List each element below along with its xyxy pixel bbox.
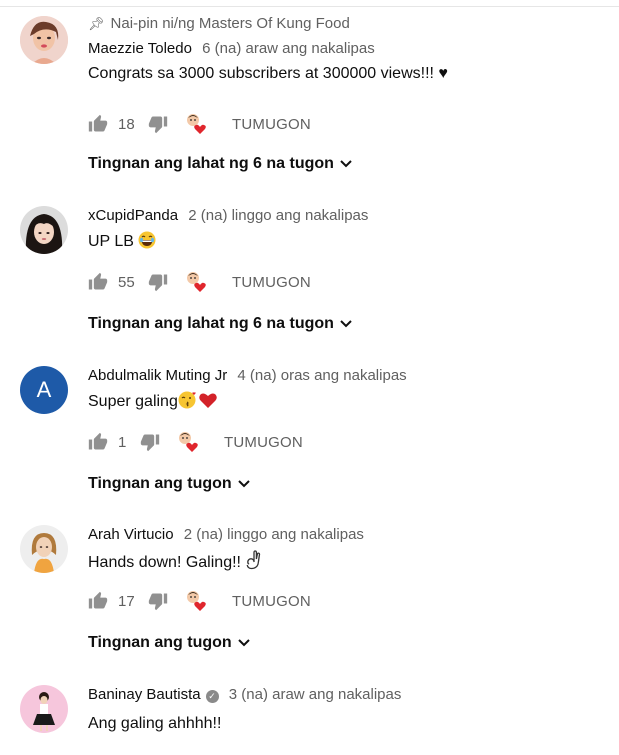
pin-icon: 📌︎: [88, 16, 105, 31]
creator-heart-icon: [176, 430, 202, 454]
like-count: 18: [118, 115, 135, 133]
dislike-icon[interactable]: [140, 432, 160, 452]
view-replies-label: Tingnan ang tugon: [88, 634, 232, 652]
author-name[interactable]: Arah Virtucio: [88, 526, 174, 543]
dislike-icon[interactable]: [148, 591, 168, 611]
ok-hand-emoji-icon: [245, 550, 261, 577]
pinned-label: 📌︎ Nai-pin ni/ng Masters Of Kung Food: [88, 14, 609, 34]
chevron-down-icon: [237, 634, 250, 652]
pinned-text: Nai-pin ni/ng Masters Of Kung Food: [110, 15, 350, 32]
author-name[interactable]: Baninay Bautista: [88, 686, 201, 703]
view-replies-button[interactable]: Tingnan ang lahat ng 6 na tugon: [88, 315, 352, 333]
comment-header: Abdulmalik Muting Jr 4 (na) oras ang nak…: [88, 366, 609, 386]
like-count: 1: [118, 433, 127, 451]
comment-text: Ang galing ahhhh!!: [88, 715, 222, 732]
reply-button[interactable]: TUMUGON: [232, 593, 311, 610]
comment-time[interactable]: 3 (na) araw ang nakalipas: [229, 686, 402, 703]
comment-actions: 18 TUMUGON: [88, 112, 311, 136]
comment-actions: 55 TUMUGON: [88, 270, 311, 294]
chevron-down-icon: [237, 475, 250, 493]
chevron-down-icon: [340, 155, 352, 173]
comment-header: Arah Virtucio 2 (na) linggo ang nakalipa…: [88, 525, 609, 545]
creator-heart-icon: [184, 112, 210, 136]
dislike-icon[interactable]: [148, 272, 168, 292]
view-replies-button[interactable]: Tingnan ang lahat ng 6 na tugon: [88, 155, 352, 173]
avatar-letter: A: [36, 377, 52, 402]
avatar[interactable]: [20, 206, 68, 254]
comment-text: Congrats sa 3000 subscribers at 300000 v…: [88, 65, 448, 82]
like-icon[interactable]: [88, 591, 108, 611]
heart-emoji-icon: [198, 391, 218, 416]
like-icon[interactable]: [88, 114, 108, 134]
like-icon[interactable]: [88, 432, 108, 452]
creator-heart-icon: [184, 270, 210, 294]
like-count: 55: [118, 273, 135, 291]
avatar[interactable]: A: [20, 366, 68, 414]
comment-time[interactable]: 4 (na) oras ang nakalipas: [237, 367, 406, 384]
comment-text: Super galing: [88, 391, 609, 416]
comment-header: Baninay Bautista ✓ 3 (na) araw ang nakali…: [88, 685, 609, 705]
reply-button[interactable]: TUMUGON: [232, 274, 311, 291]
view-replies-button[interactable]: Tingnan ang tugon: [88, 475, 250, 493]
view-replies-button[interactable]: Tingnan ang tugon: [88, 634, 250, 652]
creator-heart-icon: [184, 589, 210, 613]
avatar[interactable]: [20, 525, 68, 573]
like-icon[interactable]: [88, 272, 108, 292]
chevron-down-icon: [340, 315, 352, 333]
comment-actions: 17 TUMUGON: [88, 589, 311, 613]
view-replies-label: Tingnan ang tugon: [88, 475, 232, 493]
comment-text: Hands down! Galing!!: [88, 550, 609, 577]
kissing-face-emoji-icon: [178, 391, 198, 416]
reply-button[interactable]: TUMUGON: [224, 434, 303, 451]
comment-time[interactable]: 2 (na) linggo ang nakalipas: [184, 526, 364, 543]
top-divider: [0, 0, 619, 7]
author-name[interactable]: Maezzie Toledo: [88, 40, 192, 57]
reply-button[interactable]: TUMUGON: [232, 116, 311, 133]
like-count: 17: [118, 592, 135, 610]
comment-text-content: Super galing: [88, 393, 178, 410]
avatar[interactable]: [20, 16, 68, 64]
comment-actions: 1 TUMUGON: [88, 430, 303, 454]
comment-header: xCupidPanda 2 (na) linggo ang nakalipas: [88, 206, 609, 226]
dislike-icon[interactable]: [148, 114, 168, 134]
view-replies-label: Tingnan ang lahat ng 6 na tugon: [88, 155, 334, 173]
view-replies-label: Tingnan ang lahat ng 6 na tugon: [88, 315, 334, 333]
avatar[interactable]: [20, 685, 68, 733]
comment-text-content: Hands down! Galing!!: [88, 554, 241, 571]
comment-text-content: UP LB: [88, 233, 134, 250]
comment-header: Maezzie Toledo 6 (na) araw ang nakalipas: [88, 39, 609, 59]
author-name[interactable]: xCupidPanda: [88, 207, 178, 224]
author-name[interactable]: Abdulmalik Muting Jr: [88, 367, 227, 384]
comment-text: UP LB: [88, 231, 609, 256]
comment-time[interactable]: 2 (na) linggo ang nakalipas: [188, 207, 368, 224]
comment-time[interactable]: 6 (na) araw ang nakalipas: [202, 40, 375, 57]
laughing-emoji-icon: [138, 231, 156, 256]
verified-check-icon: ✓: [205, 690, 219, 703]
